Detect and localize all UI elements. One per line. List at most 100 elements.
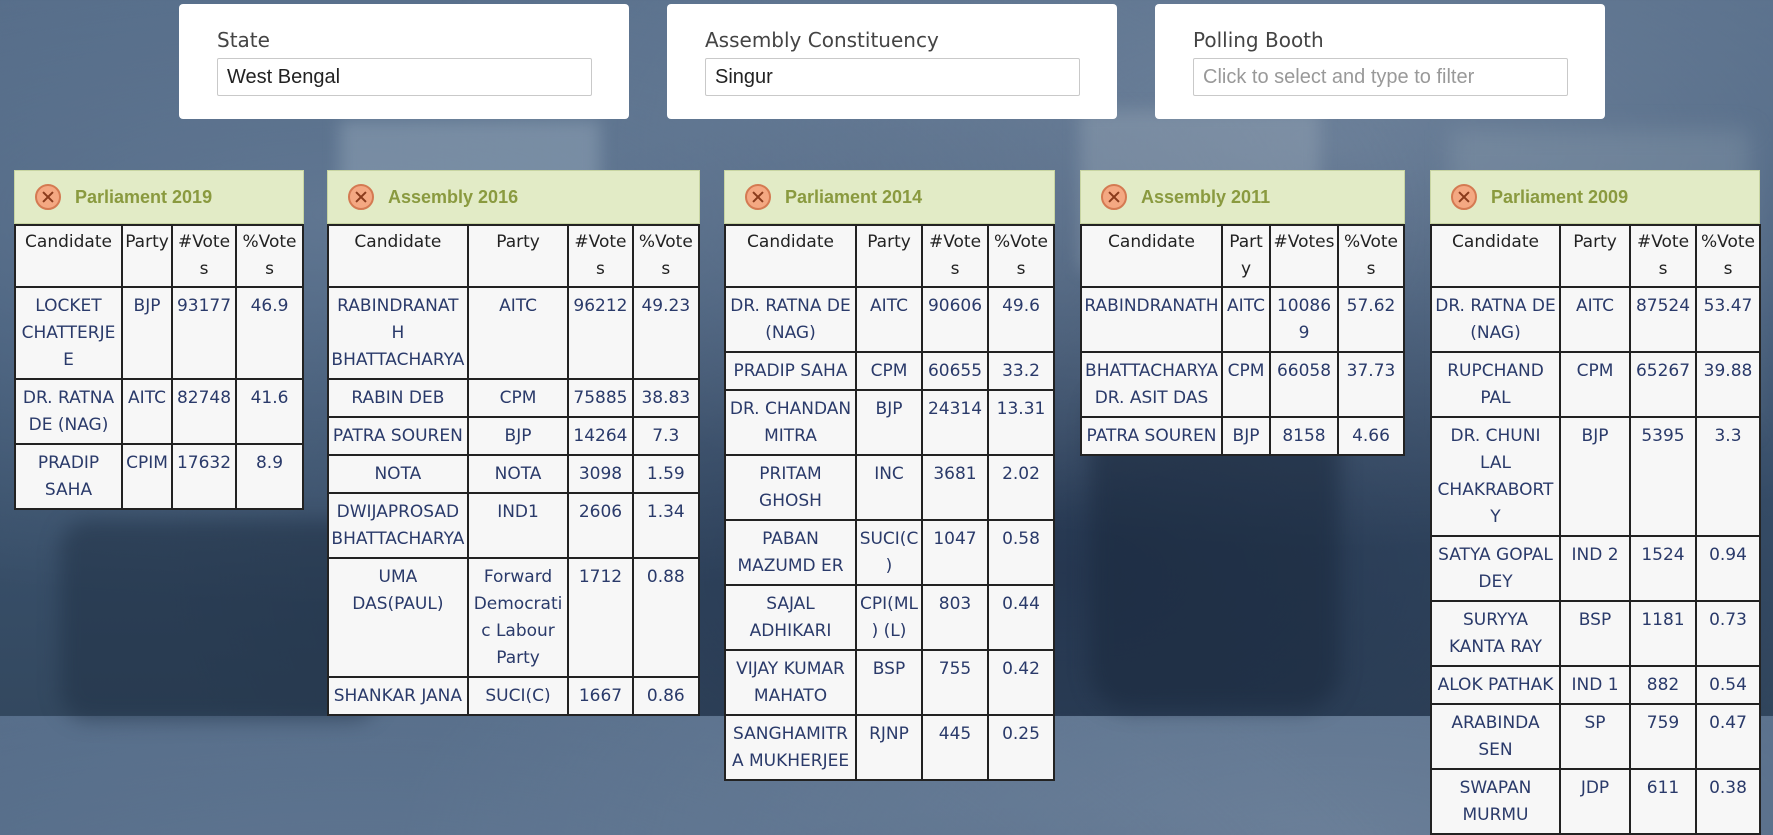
- table-row: DR. CHUNI LAL CHAKRABORTY BJP 5395 3.3: [1430, 416, 1761, 537]
- votes-cell: 1181: [1629, 600, 1697, 667]
- vote-percent-header: %Votes: [235, 224, 304, 288]
- votes-cell: 100869: [1269, 286, 1339, 353]
- ballot-icon: [35, 184, 61, 210]
- vote-percent-header: %Votes: [1337, 224, 1405, 288]
- party-cell: CPM: [1221, 351, 1271, 418]
- candidate-cell: PATRA SOUREN: [1080, 416, 1223, 456]
- table-row: RABINDRANATH AITC 100869 57.62: [1080, 286, 1405, 353]
- ballot-icon: [1451, 184, 1477, 210]
- table-row: LOCKET CHATTERJEE BJP 93177 46.9: [14, 286, 304, 380]
- party-cell: CPI(ML) (L): [855, 584, 923, 651]
- candidate-cell: ARABINDA SEN: [1430, 703, 1561, 770]
- polling-booth-select[interactable]: [1193, 58, 1568, 96]
- party-cell: SUCI(C): [855, 519, 923, 586]
- table-row: DR. CHANDAN MITRA BJP 24314 13.31: [724, 389, 1055, 456]
- votes-cell: 759: [1629, 703, 1697, 770]
- vote-percent-cell: 4.66: [1337, 416, 1405, 456]
- candidate-cell: SWAPAN MURMU: [1430, 768, 1561, 835]
- results-panel-parliament-2009: Parliament 2009 Candidate Party #Votes %Vot…: [1430, 170, 1761, 835]
- candidate-cell: RABINDRANATH BHATTACHARYA: [327, 286, 469, 380]
- table-row: PRADIP SAHA CPM 60655 33.2: [724, 351, 1055, 391]
- panel-header: Parliament 2019: [14, 170, 304, 224]
- ballot-icon: [348, 184, 374, 210]
- candidate-cell: DR. CHUNI LAL CHAKRABORTY: [1430, 416, 1561, 537]
- vote-percent-cell: 37.73: [1337, 351, 1405, 418]
- panel-header: Parliament 2014: [724, 170, 1055, 224]
- candidate-cell: LOCKET CHATTERJEE: [14, 286, 123, 380]
- party-cell: BJP: [855, 389, 923, 456]
- candidate-cell: PATRA SOUREN: [327, 416, 469, 456]
- party-cell: JDP: [1559, 768, 1631, 835]
- ballot-icon: [745, 184, 771, 210]
- vote-percent-header: %Votes: [1695, 224, 1761, 288]
- votes-cell: 87524: [1629, 286, 1697, 353]
- party-cell: CPM: [1559, 351, 1631, 418]
- party-cell: RJNP: [855, 714, 923, 781]
- votes-header: #Votes: [1269, 224, 1339, 288]
- votes-cell: 5395: [1629, 416, 1697, 537]
- vote-percent-cell: 0.54: [1695, 665, 1761, 705]
- votes-cell: 882: [1629, 665, 1697, 705]
- table-header-row: Candidate Party #Votes %Votes: [327, 224, 701, 288]
- vote-percent-cell: 0.38: [1695, 768, 1761, 835]
- party-cell: IND1: [466, 492, 570, 559]
- candidate-cell: RABINDRANATH: [1080, 286, 1223, 353]
- party-header: Party: [1559, 224, 1631, 288]
- assembly-constituency-filter-card: Assembly Constituency: [667, 4, 1117, 119]
- votes-cell: 3681: [921, 454, 989, 521]
- ballot-icon: [1101, 184, 1127, 210]
- votes-cell: 60655: [921, 351, 989, 391]
- votes-cell: 75885: [567, 378, 634, 418]
- results-panel-assembly-2011: Assembly 2011 Candidate Party #Votes %Votes…: [1080, 170, 1405, 456]
- votes-cell: 445: [921, 714, 989, 781]
- party-cell: IND 2: [1559, 535, 1631, 602]
- candidate-cell: DWIJAPROSAD BHATTACHARYA: [327, 492, 469, 559]
- candidate-header: Candidate: [327, 224, 469, 288]
- vote-percent-header: %Votes: [987, 224, 1055, 288]
- results-table: Candidate Party #Votes %Votes LOCKET CHATTE…: [14, 224, 304, 510]
- panel-header: Assembly 2016: [327, 170, 700, 224]
- candidate-cell: PRITAM GHOSH: [724, 454, 857, 521]
- votes-cell: 803: [921, 584, 989, 651]
- candidate-cell: PABAN MAZUMD ER: [724, 519, 857, 586]
- panel-title: Parliament 2019: [75, 186, 213, 207]
- vote-percent-cell: 0.25: [987, 714, 1055, 781]
- results-table: Candidate Party #Votes %Votes RABINDRANATH A…: [1080, 224, 1405, 456]
- vote-percent-cell: 39.88: [1695, 351, 1761, 418]
- vote-percent-cell: 0.44: [987, 584, 1055, 651]
- votes-cell: 611: [1629, 768, 1697, 835]
- table-row: PATRA SOUREN BJP 14264 7.3: [327, 416, 701, 456]
- votes-cell: 1047: [921, 519, 989, 586]
- table-row: DR. RATNA DE (NAG) AITC 87524 53.47: [1430, 286, 1761, 353]
- panel-title: Parliament 2009: [1491, 186, 1629, 207]
- table-row: SANGHAMITRA MUKHERJEE RJNP 445 0.25: [724, 714, 1055, 781]
- votes-cell: 17632: [171, 443, 237, 510]
- votes-header: #Votes: [1629, 224, 1697, 288]
- party-cell: SP: [1559, 703, 1631, 770]
- votes-header: #Votes: [171, 224, 237, 288]
- candidate-cell: SATYA GOPAL DEY: [1430, 535, 1561, 602]
- state-select[interactable]: [217, 58, 592, 96]
- party-header: Party: [1221, 224, 1271, 288]
- party-cell: AITC: [1559, 286, 1631, 353]
- assembly-constituency-select[interactable]: [705, 58, 1080, 96]
- candidate-cell: PRADIP SAHA: [14, 443, 123, 510]
- vote-percent-cell: 1.34: [631, 492, 701, 559]
- table-row: SHANKAR JANA SUCI(C) 1667 0.86: [327, 676, 701, 716]
- vote-percent-cell: 33.2: [987, 351, 1055, 391]
- votes-cell: 24314: [921, 389, 989, 456]
- vote-percent-cell: 8.9: [235, 443, 304, 510]
- table-row: RABIN DEB CPM 75885 38.83: [327, 378, 701, 418]
- table-row: DWIJAPROSAD BHATTACHARYA IND1 2606 1.34: [327, 492, 701, 559]
- candidate-cell: SANGHAMITRA MUKHERJEE: [724, 714, 857, 781]
- panel-header: Parliament 2009: [1430, 170, 1760, 224]
- table-row: PABAN MAZUMD ER SUCI(C) 1047 0.58: [724, 519, 1055, 586]
- table-row: PRITAM GHOSH INC 3681 2.02: [724, 454, 1055, 521]
- table-row: RABINDRANATH BHATTACHARYA AITC 96212 49.23: [327, 286, 701, 380]
- vote-percent-cell: 0.86: [631, 676, 701, 716]
- table-row: PATRA SOUREN BJP 8158 4.66: [1080, 416, 1405, 456]
- polling-booth-filter-card: Polling Booth: [1155, 4, 1605, 119]
- table-row: DR. RATNA DE (NAG) AITC 90606 49.6: [724, 286, 1055, 353]
- vote-percent-cell: 0.94: [1695, 535, 1761, 602]
- votes-cell: 66058: [1269, 351, 1339, 418]
